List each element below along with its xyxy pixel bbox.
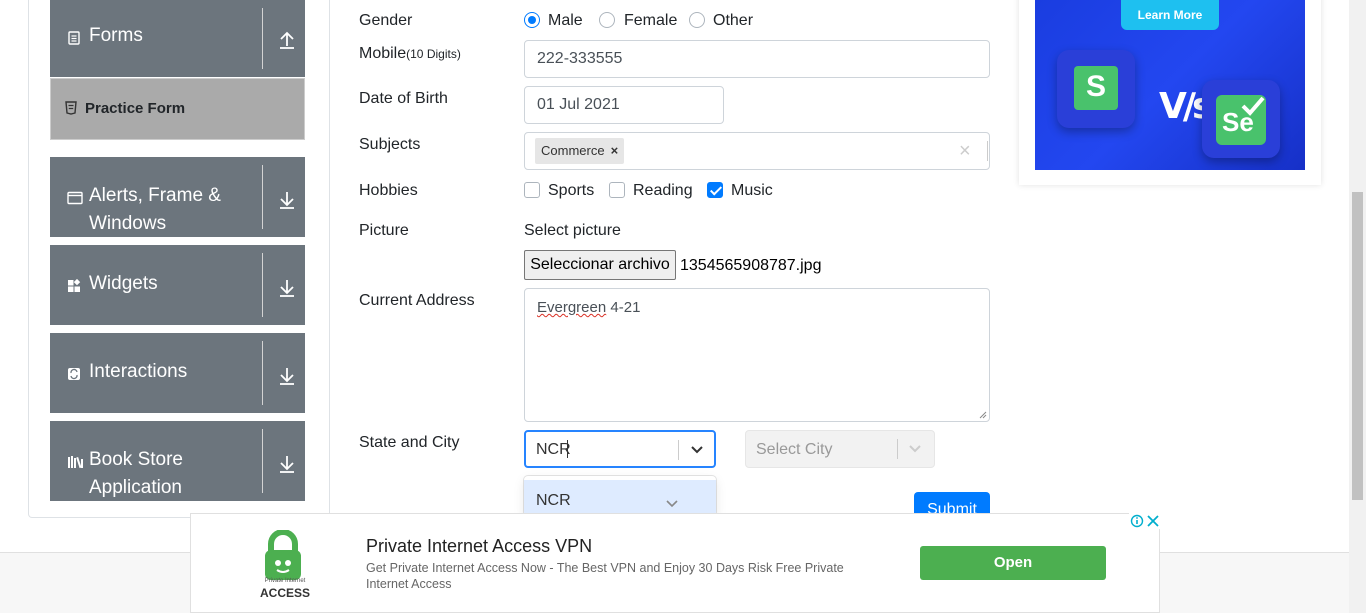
sidebar-group-label: Alerts, Frame & xyxy=(89,185,221,206)
address-label: Current Address xyxy=(359,292,475,309)
arrow-down-icon[interactable] xyxy=(276,365,298,387)
sidebar-item-label: Practice Form xyxy=(85,100,186,117)
choose-file-button[interactable]: Seleccionar archivo xyxy=(524,250,676,280)
pia-logo-text: ACCESS xyxy=(259,586,310,600)
open-button[interactable]: Open xyxy=(920,546,1106,580)
interactions-icon xyxy=(68,368,80,380)
state-city-label: State and City xyxy=(359,434,460,451)
gender-radio-female[interactable] xyxy=(599,12,615,28)
address-word: Evergreen xyxy=(537,299,607,316)
selenium-logo-mark: Se xyxy=(1216,95,1266,145)
sidebar-group-label: Forms xyxy=(89,25,143,46)
sidebar-group-forms[interactable]: Forms xyxy=(50,0,305,77)
arrow-up-icon[interactable] xyxy=(276,29,298,51)
state-dropdown-menu: NCR xyxy=(524,476,716,516)
resize-grip-icon[interactable] xyxy=(979,411,987,419)
mobile-hint: (10 Digits) xyxy=(406,47,461,61)
dob-input[interactable]: 01 Jul 2021 xyxy=(524,86,724,124)
arrow-down-icon[interactable] xyxy=(276,453,298,475)
chevron-down-icon xyxy=(666,500,678,508)
divider xyxy=(987,141,988,161)
clear-icon[interactable]: × xyxy=(959,133,971,169)
books-icon xyxy=(68,456,83,469)
sidebar-group-book-store[interactable]: Book Store Application xyxy=(50,421,305,501)
picture-hint: Select picture xyxy=(524,222,621,239)
gender-option-label: Male xyxy=(548,12,583,29)
gender-option-label: Female xyxy=(624,12,678,29)
state-option[interactable]: NCR xyxy=(524,480,716,516)
gender-option-label: Other xyxy=(713,12,754,29)
file-name: 1354565908787.jpg xyxy=(680,257,822,274)
hobbies-label: Hobbies xyxy=(359,182,418,199)
window-icon xyxy=(67,191,83,205)
katalon-logo-letter: S xyxy=(1086,70,1107,103)
sidebar-group-alerts[interactable]: Alerts, Frame & Windows xyxy=(50,157,305,237)
address-textarea[interactable]: Evergreen 4-21 xyxy=(524,288,990,422)
mobile-input[interactable]: 222-333555 xyxy=(524,40,990,78)
remove-tag-icon[interactable]: × xyxy=(611,143,619,158)
text-caret xyxy=(567,440,568,458)
sidebar-group-interactions[interactable]: Interactions xyxy=(50,333,305,413)
mobile-label: Mobile(10 Digits) xyxy=(359,45,461,63)
adchoices-icon[interactable] xyxy=(1129,513,1161,529)
ad-banner-bottom[interactable]: Private Internet ACCESS Private Internet… xyxy=(190,513,1160,613)
sidebar-group-label: Book Store xyxy=(89,449,183,470)
divider xyxy=(262,429,263,493)
sidebar-group-widgets[interactable]: Widgets xyxy=(50,245,305,325)
sidebar-item-practice-form[interactable]: Practice Form xyxy=(50,78,305,140)
picture-label: Picture xyxy=(359,222,409,239)
learn-more-button[interactable]: Learn More xyxy=(1121,0,1219,30)
sidebar-group-label: Interactions xyxy=(89,361,188,382)
city-select-placeholder: Select City xyxy=(756,441,833,458)
state-select-value: NCR xyxy=(536,441,571,458)
sidebar-group-label: Windows xyxy=(89,213,167,234)
hobby-label: Reading xyxy=(633,182,693,199)
pia-logo-small-text: Private Internet xyxy=(264,578,306,584)
checkmark-icon xyxy=(1241,96,1265,116)
divider xyxy=(262,8,263,69)
selenium-logo: Se xyxy=(1202,80,1280,158)
widgets-icon xyxy=(68,279,81,292)
hobby-checkbox-sports[interactable] xyxy=(524,182,540,198)
subject-tag-label: Commerce xyxy=(541,143,605,158)
state-select[interactable]: NCR xyxy=(524,430,716,468)
address-rest: 4-21 xyxy=(606,299,641,316)
form-icon xyxy=(68,31,80,45)
gender-radio-other[interactable] xyxy=(689,12,705,28)
arrow-down-icon[interactable] xyxy=(276,189,298,211)
chevron-down-icon xyxy=(909,445,921,453)
dob-label: Date of Birth xyxy=(359,90,448,107)
city-select[interactable]: Select City xyxy=(745,430,935,468)
chevron-down-icon[interactable] xyxy=(688,441,706,459)
sidebar-group-label: Application xyxy=(89,477,182,498)
html5-icon xyxy=(65,101,77,115)
arrow-down-icon[interactable] xyxy=(276,277,298,299)
hobby-label: Sports xyxy=(548,182,595,199)
scrollbar-thumb[interactable] xyxy=(1352,192,1363,500)
ad-description: Get Private Internet Access Now - The Be… xyxy=(366,561,844,591)
gender-label: Gender xyxy=(359,12,413,29)
ad-title: Private Internet Access VPN xyxy=(366,536,593,556)
divider xyxy=(262,165,263,229)
subject-tag: Commerce × xyxy=(535,138,625,164)
gender-radio-male[interactable] xyxy=(524,12,540,28)
divider xyxy=(262,341,263,405)
page: { "sidebar": { "forms_label": "Forms", "… xyxy=(0,0,1366,613)
subjects-label: Subjects xyxy=(359,136,421,153)
mobile-label-text: Mobile xyxy=(359,45,407,62)
sidebar-group-label: Widgets xyxy=(89,273,158,294)
hobby-checkbox-music[interactable] xyxy=(707,182,723,198)
divider xyxy=(678,440,679,460)
hobby-label: Music xyxy=(731,182,773,199)
katalon-logo-mark: S xyxy=(1074,66,1118,110)
hobby-checkbox-reading[interactable] xyxy=(609,182,625,198)
ad-image[interactable]: Learn More S V/s Se xyxy=(1035,0,1305,170)
divider xyxy=(262,253,263,317)
divider xyxy=(897,439,898,459)
katalon-logo: S xyxy=(1057,50,1135,128)
